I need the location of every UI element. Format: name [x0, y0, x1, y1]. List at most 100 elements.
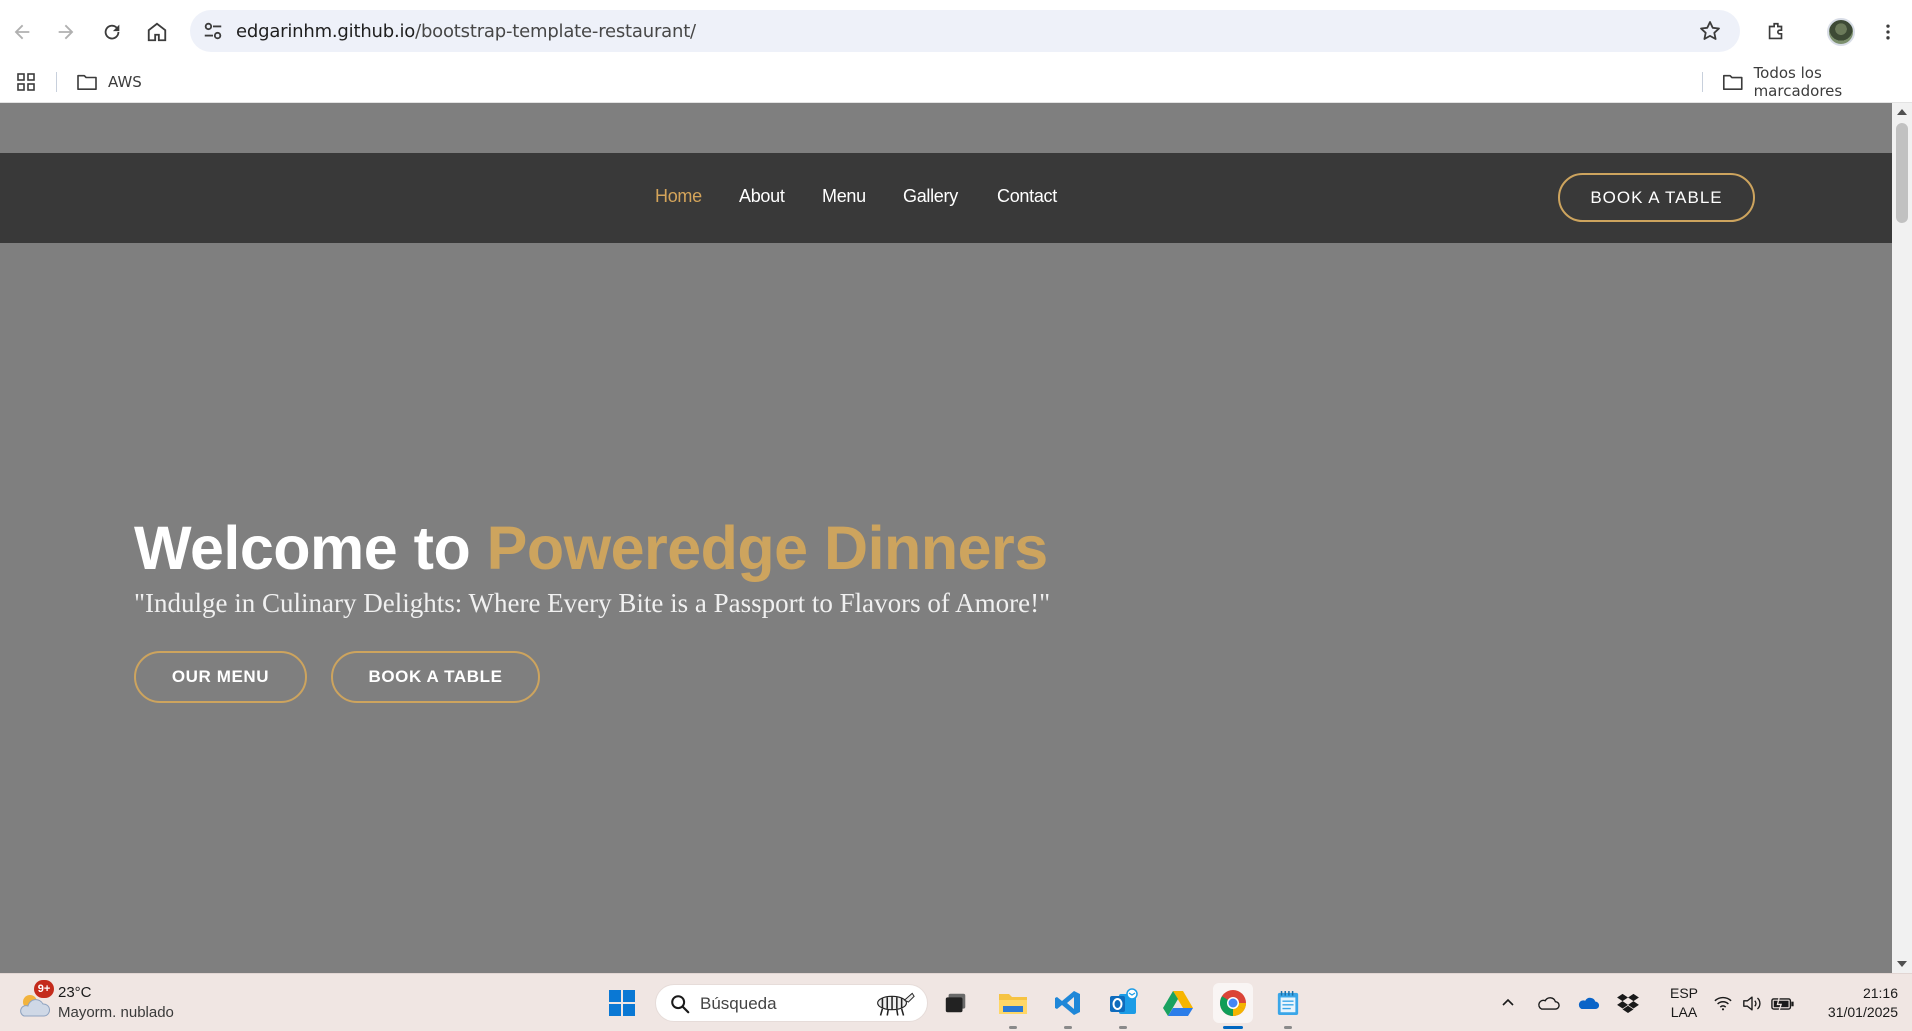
input-language-indicator[interactable]: ESP LAA — [1664, 984, 1704, 1022]
tray-onedrive-personal[interactable] — [1534, 990, 1562, 1016]
bookmarks-divider-right — [1702, 72, 1703, 92]
speaker-icon — [1743, 995, 1761, 1011]
hero-title-prefix: Welcome to — [134, 514, 487, 582]
tray-volume[interactable] — [1740, 990, 1764, 1016]
site-settings-icon[interactable] — [202, 20, 224, 42]
cloud-filled-icon — [1578, 997, 1600, 1009]
weather-widget[interactable]: 9+ 23°C Mayorm. nublado — [16, 980, 196, 1026]
nav-home[interactable]: Home — [655, 186, 702, 207]
clock-date: 31/01/2025 — [1827, 1004, 1898, 1020]
tray-wifi[interactable] — [1712, 990, 1734, 1016]
weather-badge: 9+ — [34, 980, 54, 998]
folder-icon — [1722, 74, 1743, 90]
chevron-up-icon — [1502, 998, 1514, 1006]
scroll-down-icon[interactable] — [1897, 961, 1907, 967]
google-drive-icon — [1163, 991, 1193, 1016]
folder-icon — [999, 994, 1027, 1014]
keyboard-layout: LAA — [1670, 1004, 1698, 1020]
puzzle-icon — [1768, 22, 1783, 40]
bookmarks-divider — [56, 72, 57, 92]
back-button[interactable] — [4, 14, 40, 50]
url-text[interactable]: edgarinhm.github.io/bootstrap-template-r… — [236, 21, 696, 42]
nav-gallery[interactable]: Gallery — [903, 186, 958, 207]
forward-button[interactable] — [48, 14, 84, 50]
home-icon — [147, 22, 167, 42]
scroll-thumb[interactable] — [1896, 123, 1908, 223]
taskbar-google-drive[interactable] — [1158, 983, 1198, 1023]
home-button[interactable] — [139, 14, 175, 50]
profile-button[interactable] — [1823, 14, 1859, 50]
all-bookmarks-button[interactable]: Todos los marcadores — [1722, 64, 1912, 100]
arrow-left-icon — [14, 24, 30, 40]
start-button[interactable] — [602, 983, 642, 1023]
site-header: Home About Menu Gallery Contact BOOK A T… — [0, 153, 1892, 243]
taskbar-search[interactable]: Búsqueda — [655, 984, 928, 1022]
active-indicator — [1223, 1026, 1243, 1029]
bookmark-star-icon[interactable] — [1698, 19, 1722, 43]
system-clock[interactable]: 21:16 31/01/2025 — [1808, 984, 1898, 1022]
apps-grid-icon — [17, 73, 35, 91]
taskbar: 9+ 23°C Mayorm. nublado Búsqueda ESP LAA… — [0, 973, 1912, 1031]
clock-time: 21:16 — [1862, 985, 1898, 1001]
apps-button[interactable] — [16, 69, 36, 95]
reload-icon — [104, 24, 120, 40]
search-icon — [671, 995, 690, 1014]
show-hidden-icons-button[interactable] — [1496, 990, 1520, 1016]
hero-book-table-button[interactable]: BOOK A TABLE — [331, 651, 540, 703]
tray-dropbox[interactable] — [1614, 990, 1642, 1016]
browser-chrome: edgarinhm.github.io/bootstrap-template-r… — [0, 0, 1912, 103]
hero-section: Welcome to Poweredge Dinners "Indulge in… — [134, 513, 1050, 703]
task-view-icon — [945, 993, 966, 1013]
our-menu-button[interactable]: OUR MENU — [134, 651, 307, 703]
hero-title: Welcome to Poweredge Dinners — [134, 513, 1048, 583]
extensions-button[interactable] — [1758, 14, 1794, 50]
dropbox-icon — [1617, 993, 1639, 1013]
reload-button[interactable] — [94, 14, 130, 50]
page-scrollbar[interactable] — [1892, 103, 1912, 973]
more-vertical-icon — [1886, 24, 1890, 40]
notepad-icon — [1277, 991, 1299, 1015]
url-host: edgarinhm.github.io — [236, 21, 416, 42]
browser-toolbar: edgarinhm.github.io/bootstrap-template-r… — [0, 0, 1912, 62]
tray-onedrive-business[interactable] — [1574, 990, 1602, 1016]
lang-code: ESP — [1669, 985, 1698, 1001]
hero-subtitle: "Indulge in Culinary Delights: Where Eve… — [134, 588, 1051, 618]
browser-menu-button[interactable] — [1870, 14, 1906, 50]
outlook-icon — [1110, 988, 1138, 1014]
nav-contact[interactable]: Contact — [997, 186, 1057, 207]
vscode-icon — [1055, 991, 1080, 1015]
avatar — [1827, 18, 1855, 46]
zebra-highlight-icon — [877, 992, 915, 1016]
tray-battery[interactable] — [1770, 990, 1796, 1016]
nav-about[interactable]: About — [739, 186, 785, 207]
weather-description: Mayorm. nublado — [58, 1004, 174, 1021]
arrow-right-icon — [58, 24, 74, 40]
folder-icon — [77, 74, 97, 91]
taskbar-outlook[interactable] — [1103, 983, 1143, 1029]
web-page: Home About Menu Gallery Contact BOOK A T… — [0, 103, 1892, 973]
taskbar-task-view[interactable] — [936, 983, 976, 1023]
running-indicator — [1284, 1026, 1292, 1029]
bookmark-folder-aws[interactable]: AWS — [76, 69, 142, 95]
header-book-table-button[interactable]: BOOK A TABLE — [1558, 173, 1755, 222]
address-bar[interactable]: edgarinhm.github.io/bootstrap-template-r… — [190, 10, 1740, 52]
battery-charging-icon — [1771, 996, 1794, 1010]
weather-temperature: 23°C — [58, 984, 92, 1001]
running-indicator — [1064, 1026, 1072, 1029]
taskbar-vscode[interactable] — [1048, 983, 1088, 1029]
url-path: /bootstrap-template-restaurant/ — [415, 21, 696, 42]
search-placeholder: Búsqueda — [700, 994, 777, 1013]
taskbar-notepad[interactable] — [1268, 983, 1308, 1029]
all-bookmarks-label: Todos los marcadores — [1753, 64, 1843, 100]
bookmark-label: AWS — [108, 73, 142, 91]
scroll-up-icon[interactable] — [1897, 109, 1907, 115]
taskbar-chrome[interactable] — [1213, 983, 1253, 1029]
running-indicator — [1009, 1026, 1017, 1029]
chrome-icon — [1220, 990, 1247, 1017]
running-indicator — [1119, 1026, 1127, 1029]
wifi-icon — [1714, 996, 1732, 1010]
nav-menu[interactable]: Menu — [822, 186, 866, 207]
windows-logo-icon — [609, 990, 635, 1016]
hero-title-brand: Poweredge Dinners — [486, 514, 1049, 582]
taskbar-file-explorer[interactable] — [993, 983, 1033, 1029]
